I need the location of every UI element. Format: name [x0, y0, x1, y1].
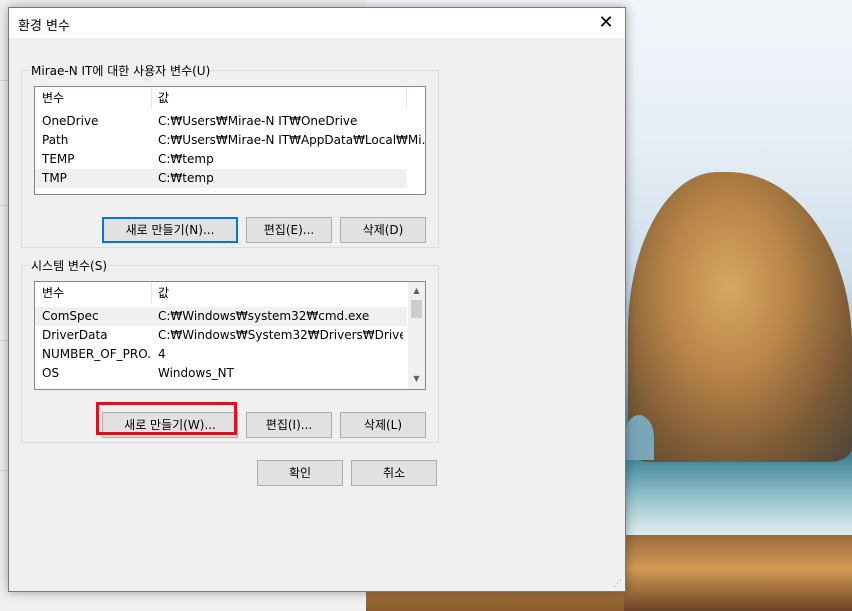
variable-value: C:₩Windows₩System32₩Drivers₩DriverData: [158, 328, 403, 342]
list-item[interactable]: DriverData C:₩Windows₩System32₩Drivers₩D…: [35, 326, 407, 345]
user-edit-button[interactable]: 편집(E)...: [246, 217, 332, 243]
variable-name: OneDrive: [42, 114, 99, 128]
wallpaper-sea: [624, 455, 852, 535]
list-item[interactable]: NUMBER_OF_PRO... 4: [35, 345, 407, 364]
user-new-button[interactable]: 새로 만들기(N)...: [102, 217, 238, 243]
list-item[interactable]: OneDrive C:₩Users₩Mirae-N IT₩OneDrive: [35, 112, 407, 131]
variable-value: C:₩Users₩Mirae-N IT₩OneDrive: [158, 114, 358, 128]
highlight-box: [96, 402, 237, 435]
wallpaper-beach: [624, 535, 852, 611]
user-variables-list[interactable]: 변수 값 OneDrive C:₩Users₩Mirae-N IT₩OneDri…: [34, 86, 426, 195]
variable-name: NUMBER_OF_PRO...: [42, 347, 152, 361]
user-variables-group-label: Mirae-N IT에 대한 사용자 변수(U): [30, 62, 212, 79]
variable-value: C:₩Users₩Mirae-N IT₩AppData₩Local₩Mi...: [158, 133, 426, 147]
variable-value: C:₩Windows₩system32₩cmd.exe: [158, 309, 370, 323]
variable-value: Windows_NT: [158, 366, 234, 380]
list-item[interactable]: Path C:₩Users₩Mirae-N IT₩AppData₩Local₩M…: [35, 131, 425, 150]
variable-name: TEMP: [42, 152, 75, 166]
list-header: 변수 값: [35, 87, 425, 109]
environment-variables-dialog: 환경 변수 ✕ Mirae-N IT에 대한 사용자 변수(U) 변수 값 On…: [8, 7, 626, 592]
close-icon[interactable]: ✕: [595, 12, 617, 34]
column-header-variable[interactable]: 변수: [35, 282, 151, 304]
system-variables-group-label: 시스템 변수(S): [30, 257, 108, 274]
system-edit-button[interactable]: 편집(I)...: [246, 412, 332, 438]
ok-button[interactable]: 확인: [257, 460, 343, 486]
list-item[interactable]: OS Windows_NT: [35, 364, 407, 383]
column-header-value[interactable]: 값: [151, 87, 406, 109]
dialog-title: 환경 변수: [18, 19, 70, 34]
variable-value: C:₩temp: [158, 152, 214, 166]
title-bar: 환경 변수 ✕: [9, 8, 625, 38]
system-variables-list[interactable]: 변수 값 ComSpec C:₩Windows₩system32₩cmd.exe…: [34, 281, 426, 390]
resize-grip-icon[interactable]: ⋰: [613, 579, 623, 589]
variable-value: 4: [158, 347, 166, 361]
variable-name: OS: [42, 366, 60, 380]
column-separator[interactable]: [406, 87, 407, 109]
list-item-selected[interactable]: ComSpec C:₩Windows₩system32₩cmd.exe: [35, 307, 407, 326]
user-delete-button[interactable]: 삭제(D): [340, 217, 426, 243]
wallpaper-arch-opening: [624, 415, 654, 460]
list-item[interactable]: TEMP C:₩temp: [35, 150, 407, 169]
column-header-value[interactable]: 값: [151, 282, 406, 304]
chevron-up-icon[interactable]: ▲: [408, 282, 425, 299]
system-delete-button[interactable]: 삭제(L): [340, 412, 426, 438]
variable-name: TMP: [42, 171, 67, 185]
scrollbar-thumb[interactable]: [411, 300, 422, 318]
list-item-selected[interactable]: TMP C:₩temp: [35, 169, 407, 188]
variable-value: C:₩temp: [158, 171, 214, 185]
column-header-variable[interactable]: 변수: [35, 87, 151, 109]
variable-name: Path: [42, 133, 69, 147]
variable-name: DriverData: [42, 328, 108, 342]
vertical-scrollbar[interactable]: ▲ ▼: [408, 282, 425, 389]
variable-name: ComSpec: [42, 309, 99, 323]
chevron-down-icon[interactable]: ▼: [408, 370, 425, 387]
list-header: 변수 값: [35, 282, 407, 304]
user-variables-group: Mirae-N IT에 대한 사용자 변수(U) 변수 값 OneDrive C…: [21, 62, 439, 248]
cancel-button[interactable]: 취소: [351, 460, 437, 486]
